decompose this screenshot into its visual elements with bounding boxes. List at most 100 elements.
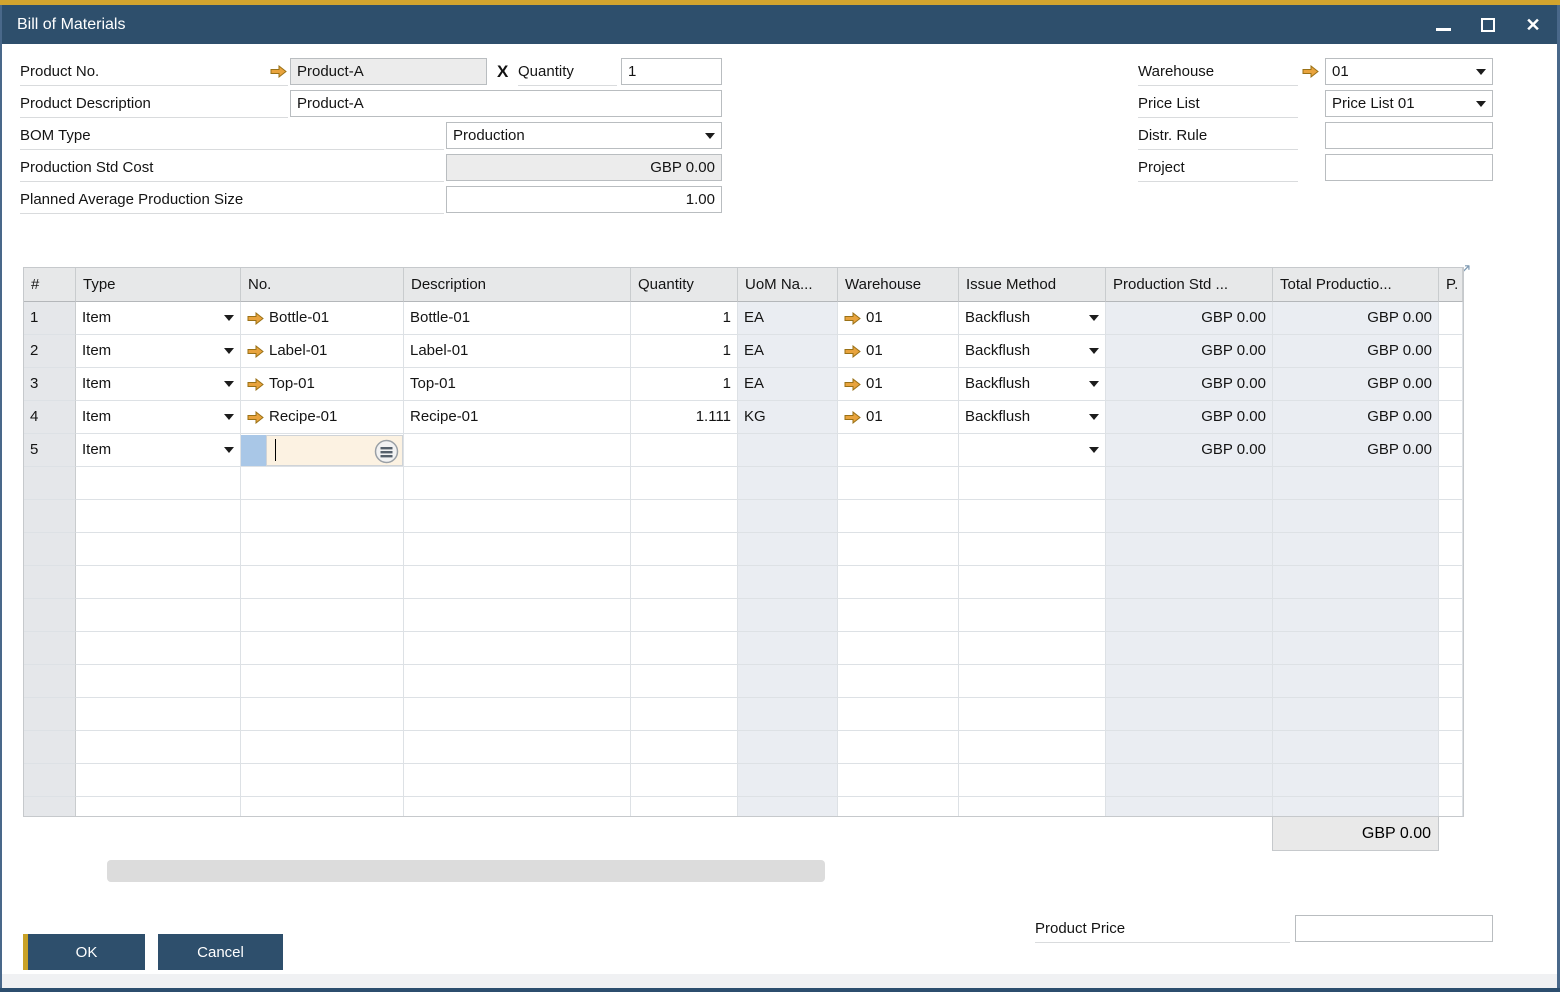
issue-method-cell[interactable] [959, 764, 1106, 797]
link-arrow-icon[interactable] [270, 65, 287, 78]
row-number-cell[interactable] [24, 566, 76, 599]
item-no-cell[interactable] [241, 698, 404, 731]
titlebar[interactable]: Bill of Materials [0, 5, 1560, 44]
col-header-price-list[interactable]: P. [1439, 268, 1463, 302]
type-cell[interactable] [76, 797, 241, 817]
col-header-production-std[interactable]: Production Std ... [1106, 268, 1273, 302]
item-no-edit-cell[interactable] [241, 434, 404, 467]
row-number-cell[interactable] [24, 665, 76, 698]
choose-from-list-icon[interactable] [374, 439, 399, 464]
row-number-cell[interactable] [24, 764, 76, 797]
item-no-cell[interactable] [241, 566, 404, 599]
col-header-uom[interactable]: UoM Na... [738, 268, 838, 302]
issue-method-cell[interactable] [959, 731, 1106, 764]
ok-button[interactable]: OK [23, 934, 145, 970]
row-number-cell[interactable] [24, 731, 76, 764]
col-header-issue-method[interactable]: Issue Method [959, 268, 1106, 302]
warehouse-cell[interactable] [838, 698, 959, 731]
issue-method-cell[interactable]: Backflush [959, 368, 1106, 401]
issue-method-cell[interactable]: Backflush [959, 335, 1106, 368]
warehouse-cell[interactable] [838, 731, 959, 764]
quantity-cell[interactable] [631, 665, 738, 698]
type-cell[interactable]: Item [76, 368, 241, 401]
issue-method-cell[interactable] [959, 797, 1106, 817]
price-list-dropdown[interactable]: Price List 01 [1325, 90, 1493, 117]
description-cell[interactable]: Bottle-01 [404, 302, 631, 335]
warehouse-cell[interactable] [838, 566, 959, 599]
col-header-description[interactable]: Description [404, 268, 631, 302]
item-no-cell[interactable] [241, 731, 404, 764]
type-cell[interactable]: Item [76, 401, 241, 434]
row-number-cell[interactable] [24, 797, 76, 817]
item-no-cell[interactable] [241, 632, 404, 665]
chevron-down-icon[interactable] [1089, 381, 1099, 387]
quantity-cell[interactable] [631, 632, 738, 665]
minimize-button[interactable] [1434, 16, 1452, 34]
maximize-button[interactable] [1479, 16, 1497, 34]
planned-avg-production-size-field[interactable]: 1.00 [446, 186, 722, 213]
quantity-cell[interactable] [631, 566, 738, 599]
row-number-cell[interactable]: 5 [24, 434, 76, 467]
quantity-cell[interactable] [631, 599, 738, 632]
warehouse-cell[interactable] [838, 632, 959, 665]
issue-method-cell[interactable] [959, 599, 1106, 632]
chevron-down-icon[interactable] [1089, 414, 1099, 420]
description-cell[interactable] [404, 533, 631, 566]
type-cell[interactable] [76, 533, 241, 566]
col-header-no[interactable]: No. [241, 268, 404, 302]
warehouse-cell[interactable]: 01 [838, 302, 959, 335]
row-number-cell[interactable]: 2 [24, 335, 76, 368]
row-number-cell[interactable]: 4 [24, 401, 76, 434]
chevron-down-icon[interactable] [1089, 315, 1099, 321]
quantity-cell[interactable] [631, 731, 738, 764]
row-number-cell[interactable] [24, 500, 76, 533]
col-header-type[interactable]: Type [76, 268, 241, 302]
description-cell[interactable] [404, 698, 631, 731]
type-cell[interactable]: Item [76, 335, 241, 368]
link-arrow-icon[interactable] [247, 378, 264, 391]
issue-method-cell[interactable] [959, 566, 1106, 599]
cancel-button[interactable]: Cancel [158, 934, 283, 970]
row-number-cell[interactable]: 1 [24, 302, 76, 335]
col-header-total-production[interactable]: Total Productio... [1273, 268, 1439, 302]
item-no-cell[interactable] [241, 764, 404, 797]
warehouse-cell[interactable] [838, 665, 959, 698]
warehouse-cell[interactable] [838, 500, 959, 533]
issue-method-cell[interactable] [959, 632, 1106, 665]
type-cell[interactable] [76, 698, 241, 731]
issue-method-cell[interactable] [959, 533, 1106, 566]
row-number-cell[interactable]: 3 [24, 368, 76, 401]
type-cell[interactable]: Item [76, 302, 241, 335]
type-cell[interactable] [76, 467, 241, 500]
quantity-cell[interactable] [631, 764, 738, 797]
item-no-cell[interactable] [241, 665, 404, 698]
quantity-cell[interactable] [631, 434, 738, 467]
link-arrow-icon[interactable] [844, 378, 861, 391]
link-arrow-icon[interactable] [247, 312, 264, 325]
quantity-cell[interactable]: 1 [631, 335, 738, 368]
item-no-input[interactable] [266, 435, 403, 466]
product-no-field[interactable]: Product-A [290, 58, 487, 85]
chevron-down-icon[interactable] [224, 414, 234, 420]
issue-method-cell[interactable] [959, 500, 1106, 533]
link-arrow-icon[interactable] [844, 312, 861, 325]
warehouse-cell[interactable] [838, 764, 959, 797]
description-cell[interactable]: Top-01 [404, 368, 631, 401]
horizontal-scrollbar[interactable] [107, 860, 825, 882]
type-cell[interactable] [76, 665, 241, 698]
issue-method-cell[interactable] [959, 698, 1106, 731]
quantity-cell[interactable] [631, 500, 738, 533]
type-cell[interactable] [76, 764, 241, 797]
link-arrow-icon[interactable] [844, 411, 861, 424]
warehouse-cell[interactable] [838, 467, 959, 500]
distr-rule-field[interactable] [1325, 122, 1493, 149]
item-no-cell[interactable]: Recipe-01 [241, 401, 404, 434]
quantity-cell[interactable] [631, 467, 738, 500]
col-header-warehouse[interactable]: Warehouse [838, 268, 959, 302]
row-number-cell[interactable] [24, 698, 76, 731]
description-cell[interactable] [404, 500, 631, 533]
type-cell[interactable] [76, 632, 241, 665]
link-arrow-icon[interactable] [247, 411, 264, 424]
row-number-cell[interactable] [24, 533, 76, 566]
description-cell[interactable] [404, 599, 631, 632]
